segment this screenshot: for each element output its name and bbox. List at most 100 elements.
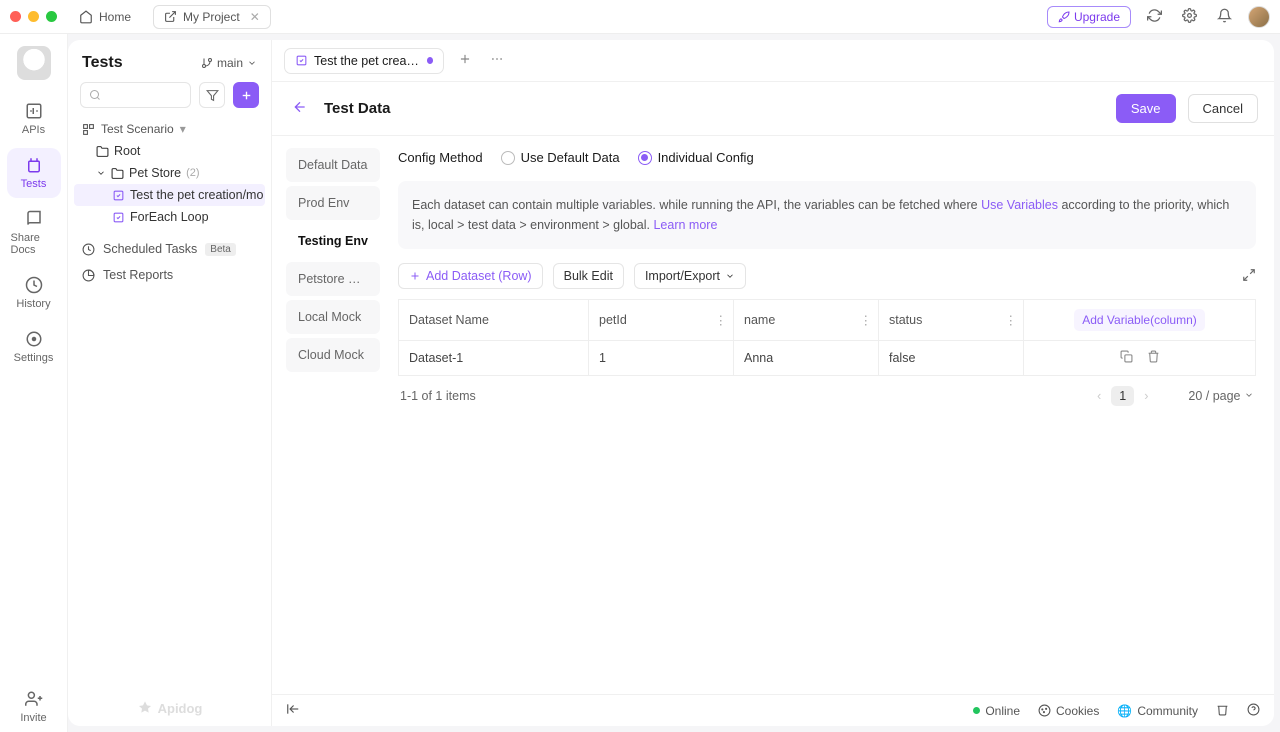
user-avatar[interactable] xyxy=(1248,6,1270,28)
nav-settings[interactable]: Settings xyxy=(7,322,61,372)
add-dataset-button[interactable]: Add Dataset (Row) xyxy=(398,263,543,289)
nav-history[interactable]: History xyxy=(7,268,61,318)
cell-dataset-name[interactable]: Dataset-1 xyxy=(399,341,589,376)
copy-row-button[interactable] xyxy=(1120,350,1133,366)
main-panel: Test the pet creation/ Test Data Save Ca… xyxy=(272,40,1274,726)
tree-root[interactable]: Root xyxy=(68,140,271,162)
branch-name: main xyxy=(217,56,243,70)
table-row[interactable]: Dataset-1 1 Anna false xyxy=(399,341,1256,376)
invite-icon xyxy=(25,690,43,708)
status-community[interactable]: 🌐Community xyxy=(1117,704,1198,718)
save-button[interactable]: Save xyxy=(1116,94,1176,123)
window-controls xyxy=(10,11,57,22)
tests-icon xyxy=(25,156,43,174)
workspace-avatar[interactable] xyxy=(17,46,51,80)
sidebar: Tests main Test Scenario ▾ Root xyxy=(68,40,272,726)
scenario-icon xyxy=(82,123,95,136)
status-online-label: Online xyxy=(985,704,1020,718)
project-tab[interactable]: My Project ✕ xyxy=(153,5,271,29)
nav-rail: APIs Tests Share Docs History Settings I… xyxy=(0,34,68,732)
home-icon xyxy=(79,10,93,24)
cell-actions xyxy=(1024,341,1256,376)
import-export-button[interactable]: Import/Export xyxy=(634,263,746,289)
env-cloud-mock[interactable]: Cloud Mock xyxy=(286,338,380,372)
home-label: Home xyxy=(99,10,131,24)
status-cookies[interactable]: Cookies xyxy=(1038,704,1099,718)
delete-row-button[interactable] xyxy=(1147,350,1160,366)
pager-next[interactable]: › xyxy=(1144,389,1148,403)
help-button[interactable] xyxy=(1247,703,1260,719)
cell-name[interactable]: Anna xyxy=(734,341,879,376)
refresh-icon[interactable] xyxy=(1143,4,1166,30)
column-menu-icon[interactable]: ⋮ xyxy=(860,313,873,328)
upgrade-button[interactable]: Upgrade xyxy=(1047,6,1131,28)
tab-test-pet-creation[interactable]: Test the pet creation/ xyxy=(284,48,444,74)
tree-item-test-pet-creation[interactable]: Test the pet creation/mo xyxy=(74,184,265,206)
nav-apis-label: APIs xyxy=(22,124,45,136)
tree-item-foreach-loop[interactable]: ForEach Loop xyxy=(68,206,271,228)
env-testing[interactable]: Testing Env xyxy=(286,224,380,258)
online-indicator-icon xyxy=(973,707,980,714)
filter-button[interactable] xyxy=(199,82,225,108)
expand-button[interactable] xyxy=(1242,268,1256,285)
sidebar-test-reports[interactable]: Test Reports xyxy=(82,262,257,288)
cookies-label: Cookies xyxy=(1056,704,1099,718)
cell-status[interactable]: false xyxy=(879,341,1024,376)
env-default-data[interactable]: Default Data xyxy=(286,148,380,182)
branch-icon xyxy=(201,57,213,69)
new-tab-button[interactable] xyxy=(454,48,476,73)
config-method-label: Config Method xyxy=(398,150,483,165)
chevron-down-icon xyxy=(247,58,257,68)
column-menu-icon[interactable]: ⋮ xyxy=(715,313,728,328)
nav-share-docs[interactable]: Share Docs xyxy=(7,202,61,264)
bell-icon[interactable] xyxy=(1213,4,1236,30)
bulk-edit-button[interactable]: Bulk Edit xyxy=(553,263,624,289)
env-petstore[interactable]: Petstore Env xyxy=(286,262,380,296)
chevron-down-icon xyxy=(1244,390,1254,400)
external-link-icon xyxy=(164,10,177,23)
use-variables-link[interactable]: Use Variables xyxy=(981,198,1058,212)
env-local-mock[interactable]: Local Mock xyxy=(286,300,380,334)
community-label: Community xyxy=(1137,704,1198,718)
home-button[interactable]: Home xyxy=(69,6,141,28)
nav-tests[interactable]: Tests xyxy=(7,148,61,198)
close-tab-icon[interactable]: ✕ xyxy=(250,10,260,24)
perpage-label: 20 / page xyxy=(1188,389,1240,403)
col-dataset-name: Dataset Name xyxy=(399,300,589,341)
learn-more-link[interactable]: Learn more xyxy=(653,218,717,232)
env-prod[interactable]: Prod Env xyxy=(286,186,380,220)
sidebar-scheduled-tasks[interactable]: Scheduled Tasks Beta xyxy=(82,236,257,262)
pager-perpage[interactable]: 20 / page xyxy=(1188,389,1254,403)
add-variable-button[interactable]: Add Variable(column) xyxy=(1074,309,1205,331)
tab-more-button[interactable] xyxy=(486,48,508,73)
pager-current[interactable]: 1 xyxy=(1111,386,1134,406)
collapse-sidebar-button[interactable] xyxy=(286,702,300,719)
tab-label: Test the pet creation/ xyxy=(314,54,421,68)
nav-apis[interactable]: APIs xyxy=(7,94,61,144)
maximize-window-button[interactable] xyxy=(46,11,57,22)
minimize-window-button[interactable] xyxy=(28,11,39,22)
column-menu-icon[interactable]: ⋮ xyxy=(1005,313,1018,328)
cancel-button[interactable]: Cancel xyxy=(1188,94,1258,123)
trash-icon xyxy=(1216,703,1229,716)
chevron-down-icon xyxy=(725,271,735,281)
radio-individual-config[interactable]: Individual Config xyxy=(638,150,754,165)
pager-prev[interactable]: ‹ xyxy=(1097,389,1101,403)
section-test-scenario[interactable]: Test Scenario ▾ xyxy=(68,118,271,140)
add-button[interactable] xyxy=(233,82,259,108)
chart-icon xyxy=(82,269,95,282)
folder-icon xyxy=(96,145,109,158)
cell-petid[interactable]: 1 xyxy=(589,341,734,376)
nav-invite[interactable]: Invite xyxy=(7,682,61,732)
radio-circle xyxy=(501,151,515,165)
tree-folder-petstore[interactable]: Pet Store (2) xyxy=(68,162,271,184)
close-window-button[interactable] xyxy=(10,11,21,22)
trash-button[interactable] xyxy=(1216,703,1229,719)
back-button[interactable] xyxy=(288,95,312,122)
tree-folder-label: Pet Store xyxy=(129,166,181,180)
settings-icon[interactable] xyxy=(1178,4,1201,30)
radio-use-default-data[interactable]: Use Default Data xyxy=(501,150,620,165)
search-input[interactable] xyxy=(80,82,191,108)
branch-selector[interactable]: main xyxy=(201,56,257,70)
status-online[interactable]: Online xyxy=(973,704,1020,718)
